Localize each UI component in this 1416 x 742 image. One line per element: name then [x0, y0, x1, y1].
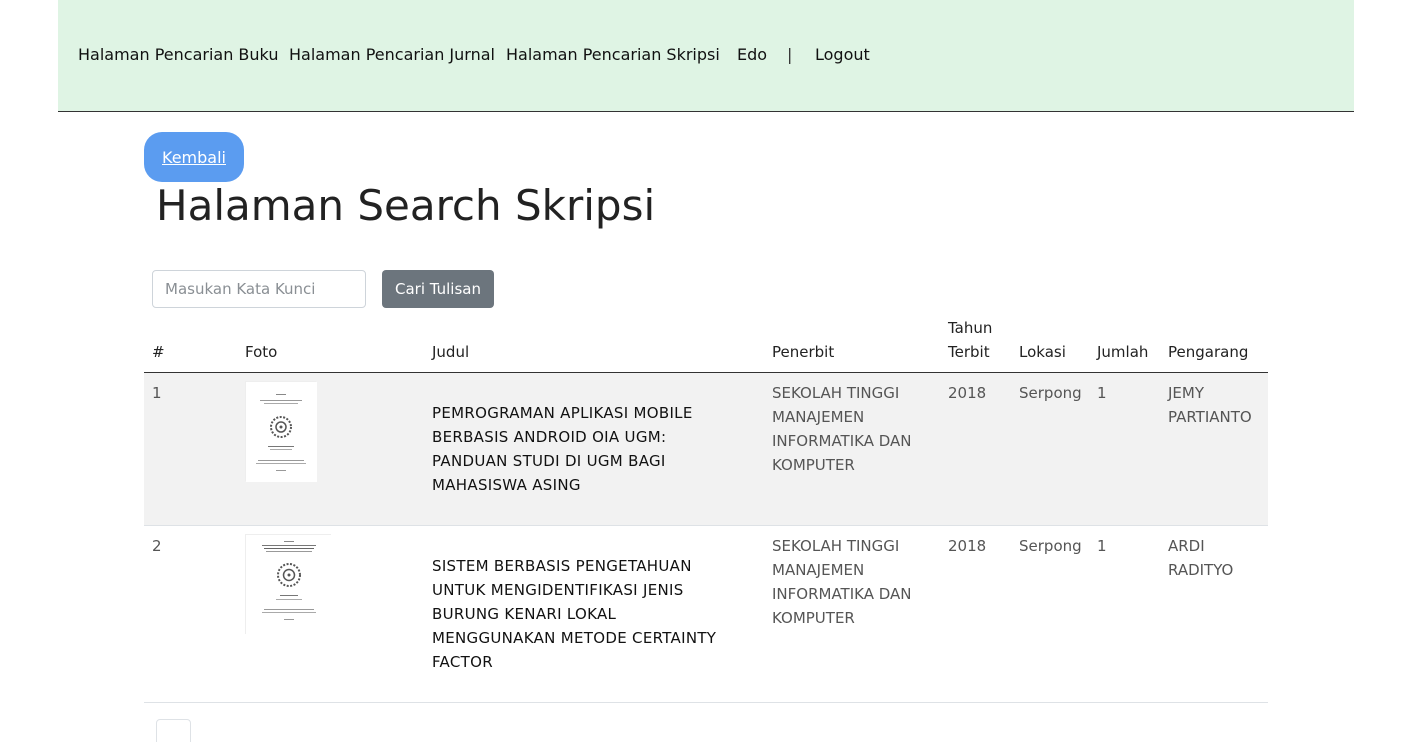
nav-logout-link[interactable]: Logout — [815, 44, 870, 66]
header-number: # — [152, 343, 165, 361]
search-input[interactable] — [152, 270, 366, 308]
thesis-year: 2018 — [948, 384, 987, 402]
header-title: Judul — [432, 343, 470, 361]
row-number: 2 — [152, 537, 162, 555]
nav-thesis-search-link[interactable]: Halaman Pencarian Skripsi — [506, 44, 720, 66]
thesis-cover-image — [245, 381, 317, 482]
header-year-line1: Tahun — [948, 319, 993, 337]
thesis-location: Serpong — [1019, 384, 1082, 402]
nav-journal-search-link[interactable]: Halaman Pencarian Jurnal — [289, 44, 495, 66]
cover-thumbnail-icon — [246, 382, 317, 482]
thesis-author: ARDI RADITYO — [1168, 537, 1234, 579]
thesis-author: JEMY PARTIANTO — [1168, 384, 1252, 426]
header-location: Lokasi — [1019, 343, 1066, 361]
header-publisher: Penerbit — [772, 343, 835, 361]
cover-thumbnail-icon — [246, 535, 332, 635]
table-row: 1 PEMROGRAMAN APLIKASI MOBILE BERBASIS A… — [144, 373, 1268, 526]
header-year-line2: Terbit — [948, 343, 990, 361]
top-navbar: Halaman Pencarian Buku Halaman Pencarian… — [58, 0, 1354, 112]
thesis-location: Serpong — [1019, 537, 1082, 555]
back-button[interactable]: Kembali — [144, 132, 244, 182]
thesis-count: 1 — [1097, 537, 1107, 555]
thesis-count: 1 — [1097, 384, 1107, 402]
thesis-title: SISTEM BERBASIS PENGETAHUAN UNTUK MENGID… — [432, 557, 717, 671]
table-row: 2 SISTEM BERBASIS PENGETAHUAN UNTUK MENG… — [144, 526, 1268, 703]
header-author: Pengarang — [1168, 343, 1249, 361]
thesis-cover-image — [245, 534, 332, 635]
thesis-publisher: SEKOLAH TINGGI MANAJEMEN INFORMATIKA DAN… — [772, 537, 912, 627]
pagination-button[interactable] — [156, 719, 191, 742]
nav-book-search-link[interactable]: Halaman Pencarian Buku — [78, 44, 278, 66]
row-number: 1 — [152, 384, 162, 402]
nav-separator: | — [787, 45, 793, 64]
page-title: Halaman Search Skripsi — [156, 181, 656, 230]
thesis-publisher: SEKOLAH TINGGI MANAJEMEN INFORMATIKA DAN… — [772, 384, 912, 474]
nav-user-name[interactable]: Edo — [737, 44, 767, 66]
header-photo: Foto — [245, 343, 278, 361]
search-button[interactable]: Cari Tulisan — [382, 270, 494, 308]
header-count: Jumlah — [1097, 343, 1149, 361]
thesis-title: PEMROGRAMAN APLIKASI MOBILE BERBASIS AND… — [432, 404, 693, 494]
thesis-year: 2018 — [948, 537, 987, 555]
